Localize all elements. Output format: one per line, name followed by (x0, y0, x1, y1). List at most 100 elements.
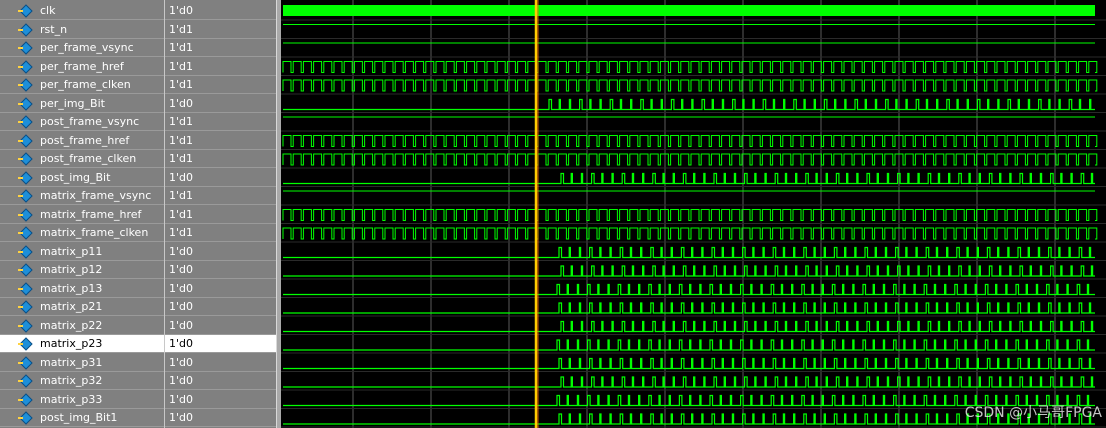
signal-value-matrix_p23: 1'd0 (165, 335, 277, 353)
signal-name: post_frame_clken (40, 152, 137, 165)
signal-value-post_frame_clken: 1'd1 (165, 150, 277, 168)
signal-icon (18, 207, 33, 222)
signal-row-post_frame_href[interactable]: post_frame_href (0, 132, 164, 150)
signal-icon (18, 337, 33, 351)
waveform-canvas[interactable] (281, 0, 1106, 428)
wave-per_frame_clken (282, 79, 1098, 92)
signal-value-matrix_frame_href: 1'd1 (165, 206, 277, 224)
signal-icon (18, 226, 33, 240)
signal-name: matrix_frame_href (40, 207, 142, 221)
signal-icon (18, 78, 33, 92)
signal-icon (18, 244, 33, 259)
signal-icon (18, 115, 33, 129)
signal-row-per_frame_clken[interactable]: per_frame_clken (0, 76, 164, 94)
signal-row-matrix_p12[interactable]: matrix_p12 (0, 261, 164, 279)
signal-icon (18, 318, 33, 333)
wave-matrix_p13 (283, 283, 1095, 296)
signal-value-post_img_Bit1: 1'd0 (165, 409, 277, 427)
signal-icon (18, 133, 33, 148)
wave-matrix_p32 (283, 376, 1095, 388)
signal-row-matrix_p21[interactable]: matrix_p21 (0, 298, 164, 316)
signal-value-matrix_p32: 1'd0 (165, 372, 277, 390)
wave-clk (283, 5, 1095, 16)
signal-icon (18, 263, 33, 277)
signal-row-post_frame_clken[interactable]: post_frame_clken (0, 150, 164, 168)
signal-row-matrix_p33[interactable]: matrix_p33 (0, 391, 164, 409)
signal-name: matrix_p32 (40, 374, 103, 387)
signal-value-matrix_p33: 1'd0 (165, 391, 277, 409)
signal-value-matrix_p22: 1'd0 (165, 317, 277, 335)
signal-name: matrix_p13 (40, 281, 103, 295)
signal-icon (18, 300, 33, 314)
signal-icon (18, 170, 33, 185)
wave-matrix_frame_href (282, 209, 1098, 221)
signal-icon (18, 374, 33, 388)
signal-row-per_img_Bit[interactable]: per_img_Bit (0, 95, 164, 113)
signal-value-post_frame_vsync: 1'd1 (165, 113, 277, 131)
signal-name: rst_n (40, 22, 68, 36)
signal-value-post_frame_href: 1'd1 (165, 132, 277, 150)
signal-names-pane: clk rst_n per_frame_vsync per_frame_href… (0, 0, 164, 428)
signal-name: matrix_p11 (40, 244, 103, 258)
signal-name: matrix_p22 (40, 318, 103, 332)
signal-row-matrix_p13[interactable]: matrix_p13 (0, 280, 164, 298)
signal-value-matrix_p13: 1'd0 (165, 280, 277, 298)
signal-row-post_img_Bit1[interactable]: post_img_Bit1 (0, 409, 164, 427)
wave-per_img_Bit (283, 98, 1095, 111)
signal-name: matrix_p23 (40, 337, 103, 350)
signal-row-rst_n[interactable]: rst_n (0, 21, 164, 39)
signal-name: post_frame_href (40, 133, 130, 147)
signal-row-matrix_frame_clken[interactable]: matrix_frame_clken (0, 224, 164, 242)
signal-value-matrix_frame_vsync: 1'd1 (165, 187, 277, 205)
signal-row-post_img_Bit[interactable]: post_img_Bit (0, 169, 164, 187)
wave-matrix_p23 (283, 339, 1095, 351)
signal-icon (18, 22, 33, 37)
signal-row-matrix_p31[interactable]: matrix_p31 (0, 354, 164, 372)
signal-row-matrix_frame_vsync[interactable]: matrix_frame_vsync (0, 187, 164, 205)
signal-value-matrix_p31: 1'd0 (165, 354, 277, 372)
signal-name: post_img_Bit (40, 170, 111, 184)
signal-icon (18, 41, 33, 55)
signal-values-pane: 1'd0 1'd1 1'd1 1'd1 1'd1 1'd0 1'd1 1'd1 1'd1 1'd0… (164, 0, 277, 428)
signal-icon (18, 96, 33, 111)
wave-post_frame_clken (282, 153, 1098, 166)
signal-row-clk[interactable]: clk (0, 2, 164, 20)
signal-icon (18, 392, 33, 407)
signal-name: matrix_frame_clken (40, 226, 149, 239)
signal-value-per_frame_clken: 1'd1 (165, 76, 277, 94)
wave-post_frame_href (282, 135, 1098, 147)
signal-row-matrix_p22[interactable]: matrix_p22 (0, 317, 164, 335)
signal-name: post_frame_vsync (40, 115, 140, 128)
wave-matrix_p11 (283, 246, 1095, 259)
signal-icon (18, 411, 33, 425)
signal-row-post_frame_vsync[interactable]: post_frame_vsync (0, 113, 164, 131)
signal-icon (18, 355, 33, 370)
wave-matrix_p22 (283, 320, 1095, 333)
signal-value-per_frame_vsync: 1'd1 (165, 39, 277, 57)
signal-name: matrix_p31 (40, 355, 103, 369)
signal-icon (18, 281, 33, 296)
signal-value-matrix_p11: 1'd0 (165, 243, 277, 261)
wave-post_img_Bit (283, 172, 1095, 185)
watermark: CSDN @小马哥FPGA (964, 405, 1102, 421)
signal-name: per_frame_vsync (40, 41, 134, 54)
signal-icon (18, 59, 33, 74)
signal-row-matrix_p32[interactable]: matrix_p32 (0, 372, 164, 390)
signal-name: per_img_Bit (40, 96, 105, 110)
signal-icon (18, 152, 33, 166)
signal-value-post_img_Bit: 1'd0 (165, 169, 277, 187)
signal-value-per_img_Bit: 1'd0 (165, 95, 277, 113)
signal-row-matrix_frame_href[interactable]: matrix_frame_href (0, 206, 164, 224)
signal-name: matrix_p12 (40, 263, 103, 276)
wave-matrix_p31 (283, 357, 1095, 370)
signal-row-matrix_p11[interactable]: matrix_p11 (0, 243, 164, 261)
signal-row-per_frame_vsync[interactable]: per_frame_vsync (0, 39, 164, 57)
signal-row-per_frame_href[interactable]: per_frame_href (0, 58, 164, 76)
signal-value-matrix_p12: 1'd0 (165, 261, 277, 279)
signal-name: per_frame_clken (40, 78, 131, 91)
signal-name: post_img_Bit1 (40, 411, 118, 424)
signal-icon (18, 189, 33, 203)
signal-row-matrix_p23[interactable]: matrix_p23 (0, 335, 164, 353)
waveform-pane[interactable] (281, 0, 1106, 428)
signal-value-matrix_frame_clken: 1'd1 (165, 224, 277, 242)
